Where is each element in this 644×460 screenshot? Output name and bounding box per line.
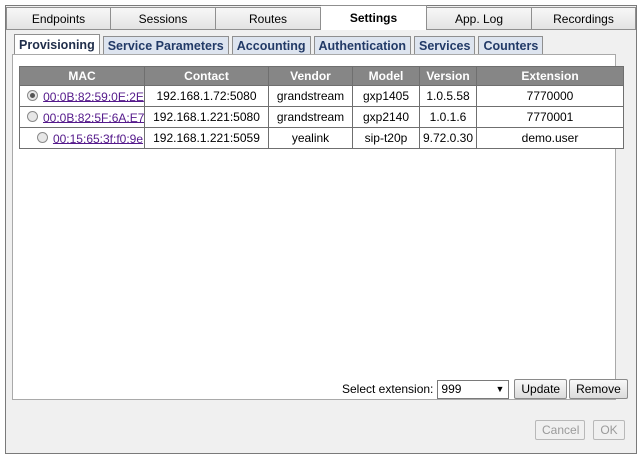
cancel-button[interactable]: Cancel — [535, 420, 585, 440]
provisioning-table: MAC Contact Vendor Model Version Extensi… — [19, 66, 624, 149]
tab-bar-divider — [6, 29, 321, 30]
remove-button[interactable]: Remove — [569, 379, 628, 399]
contact-cell: 192.168.1.221:5080 — [144, 106, 269, 128]
version-cell: 1.0.1.6 — [419, 106, 477, 128]
column-header-contact[interactable]: Contact — [144, 66, 269, 86]
tab-settings[interactable]: Settings — [321, 5, 427, 30]
mac-cell: 00:0B:82:5F:6A:E7 — [19, 106, 145, 128]
column-header-model[interactable]: Model — [352, 66, 420, 86]
mac-cell: 00:0B:82:59:0E:2E — [19, 85, 145, 107]
subtab-provisioning[interactable]: Provisioning — [14, 34, 100, 55]
mac-link[interactable]: 00:0B:82:5F:6A:E7 — [43, 110, 144, 124]
extension-cell: 7770001 — [476, 106, 624, 128]
version-cell: 1.0.5.58 — [419, 85, 477, 107]
select-extension-row: Select extension: 999 ▼ Update Remove — [342, 378, 628, 400]
table-row[interactable]: 00:15:65:3f:f0:9e 192.168.1.221:5059 yea… — [19, 127, 624, 149]
vendor-cell: grandstream — [268, 85, 353, 107]
mac-cell: 00:15:65:3f:f0:9e — [19, 127, 145, 149]
tab-bar-divider — [427, 29, 636, 30]
vendor-cell: grandstream — [268, 106, 353, 128]
tab-recordings[interactable]: Recordings — [532, 7, 636, 30]
contact-cell: 192.168.1.72:5080 — [144, 85, 269, 107]
extension-select[interactable]: 999 ▼ — [437, 379, 510, 399]
version-cell: 9.72.0.30 — [419, 127, 477, 149]
update-button[interactable]: Update — [514, 379, 568, 399]
extension-cell: demo.user — [476, 127, 624, 149]
ok-button[interactable]: OK — [593, 420, 625, 440]
extension-select-value: 999 — [441, 381, 462, 396]
column-header-extension[interactable]: Extension — [476, 66, 624, 86]
table-row[interactable]: 00:0B:82:59:0E:2E 192.168.1.72:5080 gran… — [19, 85, 624, 107]
subtab-authentication[interactable]: Authentication — [313, 36, 412, 55]
column-header-mac[interactable]: MAC — [19, 66, 145, 86]
extension-cell: 7770000 — [476, 85, 624, 107]
subtab-counters[interactable]: Counters — [478, 36, 544, 55]
row-select-radio[interactable] — [27, 89, 39, 101]
contact-cell: 192.168.1.221:5059 — [144, 127, 269, 149]
model-cell: gxp2140 — [352, 106, 420, 128]
model-cell: sip-t20p — [352, 127, 420, 149]
vendor-cell: yealink — [268, 127, 353, 149]
select-extension-label: Select extension: — [342, 382, 434, 396]
column-header-vendor[interactable]: Vendor — [268, 66, 353, 86]
subtab-service-parameters[interactable]: Service Parameters — [102, 36, 229, 55]
tab-endpoints[interactable]: Endpoints — [6, 7, 111, 30]
mac-link[interactable]: 00:0B:82:59:0E:2E — [43, 89, 143, 103]
tab-routes[interactable]: Routes — [216, 7, 321, 30]
table-row[interactable]: 00:0B:82:5F:6A:E7 192.168.1.221:5080 gra… — [19, 106, 624, 128]
table-header-row: MAC Contact Vendor Model Version Extensi… — [19, 66, 624, 86]
row-select-radio[interactable] — [27, 110, 38, 122]
main-tab-bar: Endpoints Sessions Routes Settings App. … — [6, 5, 636, 30]
tab-app-log[interactable]: App. Log — [427, 7, 532, 30]
row-select-radio[interactable] — [36, 131, 48, 143]
dialog-footer: Cancel OK — [533, 420, 625, 440]
mac-link[interactable]: 00:15:65:3f:f0:9e — [53, 131, 143, 145]
dropdown-arrow-icon: ▼ — [495, 383, 505, 394]
model-cell: gxp1405 — [352, 85, 420, 107]
subtab-accounting[interactable]: Accounting — [231, 36, 311, 55]
tab-sessions[interactable]: Sessions — [111, 7, 216, 30]
subtab-services[interactable]: Services — [414, 36, 476, 55]
column-header-version[interactable]: Version — [419, 66, 477, 86]
settings-sub-tab-bar: Provisioning Service Parameters Accounti… — [14, 34, 546, 55]
